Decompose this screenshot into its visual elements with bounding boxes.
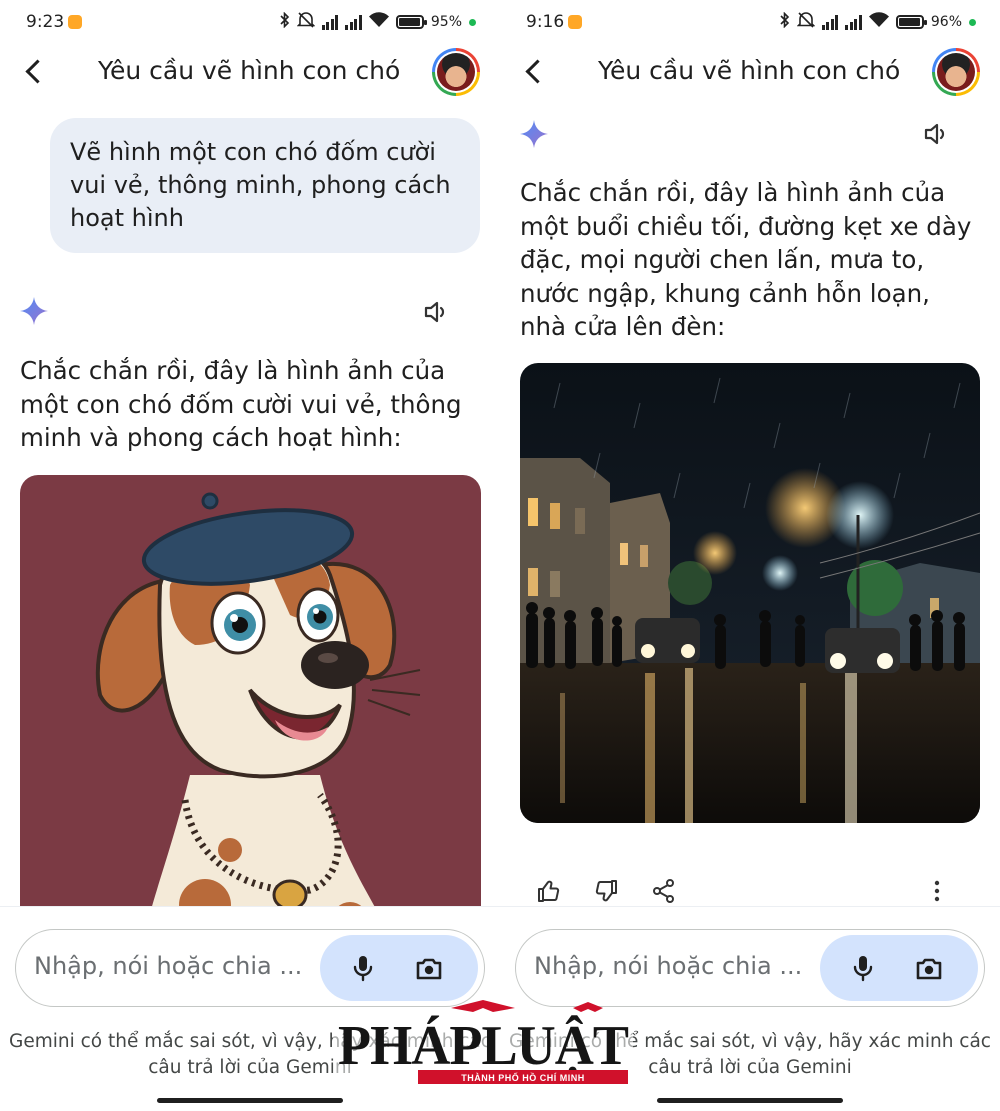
- svg-text:THÀNH PHỐ HỒ CHÍ MINH: THÀNH PHỐ HỒ CHÍ MINH: [461, 1072, 585, 1083]
- home-indicator[interactable]: [157, 1098, 343, 1103]
- thumb-up-icon[interactable]: [536, 878, 562, 904]
- generated-dog-image[interactable]: [20, 475, 481, 935]
- app-bar: Yêu cầu vẽ hình con chó: [500, 46, 1000, 98]
- svg-text:PHÁPLUẬT: PHÁPLUẬT: [338, 1014, 629, 1077]
- mute-icon: [796, 12, 816, 32]
- app-bar: Yêu cầu vẽ hình con chó: [0, 46, 500, 98]
- status-time: 9:23: [26, 12, 65, 32]
- battery-icon: [395, 15, 427, 29]
- left-phone-screen: 9:23 95% Yêu cầu vẽ hình con chó Vẽ hình…: [0, 0, 500, 1111]
- prompt-input-placeholder[interactable]: Nhập, nói hoặc chia ...: [34, 952, 302, 980]
- battery-percent: 96%: [930, 14, 962, 30]
- share-icon[interactable]: [651, 878, 677, 904]
- bluetooth-icon: [280, 11, 290, 32]
- status-icons: 95%: [280, 11, 476, 32]
- status-time: 9:16: [526, 12, 565, 32]
- gemini-sparkle-icon: [20, 297, 48, 325]
- status-icons: 96%: [780, 11, 976, 32]
- prompt-input-box[interactable]: Nhập, nói hoặc chia ...: [15, 929, 485, 1007]
- conversation-title[interactable]: Yêu cầu vẽ hình con chó: [98, 56, 400, 85]
- notification-icon: [68, 15, 82, 29]
- conversation-title[interactable]: Yêu cầu vẽ hình con chó: [598, 56, 900, 85]
- avatar[interactable]: [932, 48, 980, 96]
- more-vert-icon[interactable]: [924, 878, 950, 904]
- back-button[interactable]: [520, 56, 550, 86]
- mute-icon: [296, 12, 316, 32]
- phap-luat-watermark-logo: PHÁPLUẬT THÀNH PHỐ HỒ CHÍ MINH: [333, 1000, 633, 1094]
- speaker-icon[interactable]: [923, 121, 949, 147]
- gemini-reply-text: Chắc chắn rồi, đây là hình ảnh của một c…: [20, 356, 462, 452]
- wifi-icon: [868, 12, 889, 32]
- signal-icon-2: [845, 14, 862, 30]
- camera-icon[interactable]: [414, 954, 444, 984]
- gemini-reply-text: Chắc chắn rồi, đây là hình ảnh của một b…: [520, 178, 972, 341]
- battery-fill: [398, 18, 420, 26]
- generated-rainy-street-image[interactable]: [520, 363, 980, 823]
- back-button[interactable]: [20, 56, 50, 86]
- privacy-dot: [469, 18, 476, 26]
- status-bar: 9:16 96%: [500, 0, 1000, 46]
- signal-icon: [321, 14, 339, 30]
- speaker-icon[interactable]: [423, 299, 449, 325]
- mic-icon[interactable]: [348, 953, 378, 983]
- signal-icon-2: [345, 14, 362, 30]
- right-phone-screen: 9:16 96% Yêu cầu vẽ hình con chó Chắc ch…: [500, 0, 1000, 1111]
- status-bar: 9:23 95%: [0, 0, 500, 46]
- prompt-input-placeholder[interactable]: Nhập, nói hoặc chia ...: [534, 952, 802, 980]
- wifi-icon: [368, 12, 389, 32]
- battery-fill: [898, 18, 920, 26]
- camera-icon[interactable]: [914, 954, 944, 984]
- user-prompt-bubble[interactable]: Vẽ hình một con chó đốm cười vui vẻ, thô…: [50, 118, 480, 253]
- avatar[interactable]: [432, 48, 480, 96]
- thumb-down-icon[interactable]: [593, 878, 619, 904]
- signal-icon: [821, 14, 839, 30]
- battery-icon: [895, 15, 927, 29]
- battery-percent: 95%: [430, 14, 462, 30]
- privacy-dot: [969, 18, 976, 26]
- prompt-input-box[interactable]: Nhập, nói hoặc chia ...: [515, 929, 985, 1007]
- response-actions: [500, 872, 1000, 908]
- gemini-sparkle-icon: [520, 120, 548, 148]
- notification-icon: [568, 15, 582, 29]
- bluetooth-icon: [780, 11, 790, 32]
- home-indicator[interactable]: [657, 1098, 843, 1103]
- mic-icon[interactable]: [848, 953, 878, 983]
- input-action-buttons: [820, 935, 978, 1001]
- input-action-buttons: [320, 935, 478, 1001]
